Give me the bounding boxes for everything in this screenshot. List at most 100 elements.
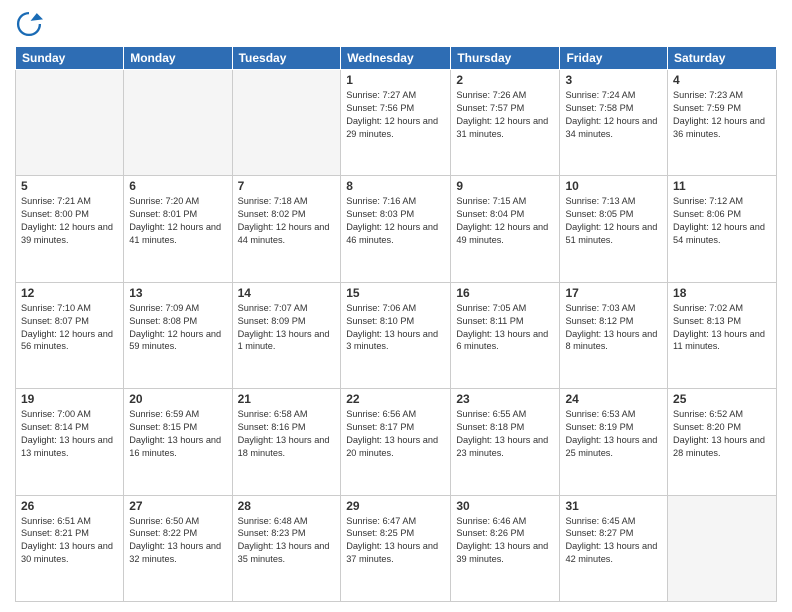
day-info: Sunrise: 6:56 AM Sunset: 8:17 PM Dayligh… [346, 408, 445, 460]
day-cell: 30 Sunrise: 6:46 AM Sunset: 8:26 PM Dayli… [451, 495, 560, 601]
day-number: 31 [565, 499, 662, 513]
day-info: Sunrise: 6:47 AM Sunset: 8:25 PM Dayligh… [346, 515, 445, 567]
day-cell: 5 Sunrise: 7:21 AM Sunset: 8:00 PM Daylig… [16, 176, 124, 282]
day-info: Sunrise: 7:27 AM Sunset: 7:56 PM Dayligh… [346, 89, 445, 141]
day-cell: 13 Sunrise: 7:09 AM Sunset: 8:08 PM Dayli… [124, 282, 232, 388]
day-cell: 17 Sunrise: 7:03 AM Sunset: 8:12 PM Dayli… [560, 282, 668, 388]
day-number: 17 [565, 286, 662, 300]
week-row-4: 19Sunrise: 7:00 AM Sunset: 8:14 PM Dayli… [16, 389, 777, 495]
day-cell: 25Sunrise: 6:52 AM Sunset: 8:20 PM Dayli… [668, 389, 777, 495]
day-number: 21 [238, 392, 336, 406]
day-cell: 10 Sunrise: 7:13 AM Sunset: 8:05 PM Dayli… [560, 176, 668, 282]
day-info: Sunrise: 7:09 AM Sunset: 8:08 PM Dayligh… [129, 302, 226, 354]
day-number: 5 [21, 179, 118, 193]
day-number: 22 [346, 392, 445, 406]
day-info: Sunrise: 7:16 AM Sunset: 8:03 PM Dayligh… [346, 195, 445, 247]
day-number: 4 [673, 73, 771, 87]
day-cell: 21 Sunrise: 6:58 AM Sunset: 8:16 PM Dayli… [232, 389, 341, 495]
weekday-header-sunday: Sunday [16, 47, 124, 70]
day-info: Sunrise: 6:58 AM Sunset: 8:16 PM Dayligh… [238, 408, 336, 460]
day-number: 24 [565, 392, 662, 406]
day-cell: 2 Sunrise: 7:26 AM Sunset: 7:57 PM Daylig… [451, 70, 560, 176]
day-info: Sunrise: 7:03 AM Sunset: 8:12 PM Dayligh… [565, 302, 662, 354]
day-cell: 8 Sunrise: 7:16 AM Sunset: 8:03 PM Daylig… [341, 176, 451, 282]
day-cell: 14 Sunrise: 7:07 AM Sunset: 8:09 PM Dayli… [232, 282, 341, 388]
day-info: Sunrise: 7:15 AM Sunset: 8:04 PM Dayligh… [456, 195, 554, 247]
day-info: Sunrise: 7:24 AM Sunset: 7:58 PM Dayligh… [565, 89, 662, 141]
day-number: 23 [456, 392, 554, 406]
day-number: 7 [238, 179, 336, 193]
day-cell: 6 Sunrise: 7:20 AM Sunset: 8:01 PM Daylig… [124, 176, 232, 282]
day-info: Sunrise: 7:12 AM Sunset: 8:06 PM Dayligh… [673, 195, 771, 247]
day-cell [668, 495, 777, 601]
day-number: 3 [565, 73, 662, 87]
day-number: 26 [21, 499, 118, 513]
day-number: 10 [565, 179, 662, 193]
day-cell: 7 Sunrise: 7:18 AM Sunset: 8:02 PM Daylig… [232, 176, 341, 282]
day-cell: 23Sunrise: 6:55 AM Sunset: 8:18 PM Dayli… [451, 389, 560, 495]
day-number: 8 [346, 179, 445, 193]
day-info: Sunrise: 7:23 AM Sunset: 7:59 PM Dayligh… [673, 89, 771, 141]
day-info: Sunrise: 7:13 AM Sunset: 8:05 PM Dayligh… [565, 195, 662, 247]
day-number: 28 [238, 499, 336, 513]
weekday-header-tuesday: Tuesday [232, 47, 341, 70]
day-number: 6 [129, 179, 226, 193]
day-info: Sunrise: 7:18 AM Sunset: 8:02 PM Dayligh… [238, 195, 336, 247]
day-cell: 18 Sunrise: 7:02 AM Sunset: 8:13 PM Dayli… [668, 282, 777, 388]
day-info: Sunrise: 7:26 AM Sunset: 7:57 PM Dayligh… [456, 89, 554, 141]
weekday-header-row: SundayMondayTuesdayWednesdayThursdayFrid… [16, 47, 777, 70]
weekday-header-monday: Monday [124, 47, 232, 70]
day-info: Sunrise: 6:48 AM Sunset: 8:23 PM Dayligh… [238, 515, 336, 567]
day-info: Sunrise: 6:52 AM Sunset: 8:20 PM Dayligh… [673, 408, 771, 460]
day-info: Sunrise: 7:10 AM Sunset: 8:07 PM Dayligh… [21, 302, 118, 354]
day-number: 1 [346, 73, 445, 87]
day-cell: 3 Sunrise: 7:24 AM Sunset: 7:58 PM Daylig… [560, 70, 668, 176]
day-info: Sunrise: 7:06 AM Sunset: 8:10 PM Dayligh… [346, 302, 445, 354]
day-info: Sunrise: 7:07 AM Sunset: 8:09 PM Dayligh… [238, 302, 336, 354]
day-info: Sunrise: 6:45 AM Sunset: 8:27 PM Dayligh… [565, 515, 662, 567]
day-number: 27 [129, 499, 226, 513]
day-info: Sunrise: 6:53 AM Sunset: 8:19 PM Dayligh… [565, 408, 662, 460]
day-number: 16 [456, 286, 554, 300]
day-info: Sunrise: 7:02 AM Sunset: 8:13 PM Dayligh… [673, 302, 771, 354]
day-number: 18 [673, 286, 771, 300]
page: SundayMondayTuesdayWednesdayThursdayFrid… [0, 0, 792, 612]
week-row-5: 26 Sunrise: 6:51 AM Sunset: 8:21 PM Dayli… [16, 495, 777, 601]
day-cell: 31 Sunrise: 6:45 AM Sunset: 8:27 PM Dayli… [560, 495, 668, 601]
day-cell: 28 Sunrise: 6:48 AM Sunset: 8:23 PM Dayli… [232, 495, 341, 601]
day-info: Sunrise: 6:51 AM Sunset: 8:21 PM Dayligh… [21, 515, 118, 567]
day-info: Sunrise: 6:46 AM Sunset: 8:26 PM Dayligh… [456, 515, 554, 567]
day-cell: 19Sunrise: 7:00 AM Sunset: 8:14 PM Dayli… [16, 389, 124, 495]
day-number: 11 [673, 179, 771, 193]
day-number: 13 [129, 286, 226, 300]
day-info: Sunrise: 7:21 AM Sunset: 8:00 PM Dayligh… [21, 195, 118, 247]
header [15, 10, 777, 38]
day-number: 29 [346, 499, 445, 513]
day-number: 9 [456, 179, 554, 193]
calendar: SundayMondayTuesdayWednesdayThursdayFrid… [15, 46, 777, 602]
day-info: Sunrise: 7:05 AM Sunset: 8:11 PM Dayligh… [456, 302, 554, 354]
day-number: 19 [21, 392, 118, 406]
day-number: 20 [129, 392, 226, 406]
day-cell: 22 Sunrise: 6:56 AM Sunset: 8:17 PM Dayli… [341, 389, 451, 495]
week-row-1: 1 Sunrise: 7:27 AM Sunset: 7:56 PM Daylig… [16, 70, 777, 176]
day-number: 2 [456, 73, 554, 87]
day-number: 14 [238, 286, 336, 300]
day-cell [16, 70, 124, 176]
day-cell: 1 Sunrise: 7:27 AM Sunset: 7:56 PM Daylig… [341, 70, 451, 176]
logo [15, 10, 47, 38]
week-row-3: 12Sunrise: 7:10 AM Sunset: 8:07 PM Dayli… [16, 282, 777, 388]
day-number: 15 [346, 286, 445, 300]
logo-icon [15, 10, 43, 38]
day-cell: 4 Sunrise: 7:23 AM Sunset: 7:59 PM Daylig… [668, 70, 777, 176]
day-number: 30 [456, 499, 554, 513]
day-cell: 29 Sunrise: 6:47 AM Sunset: 8:25 PM Dayli… [341, 495, 451, 601]
day-cell: 26 Sunrise: 6:51 AM Sunset: 8:21 PM Dayli… [16, 495, 124, 601]
day-info: Sunrise: 6:59 AM Sunset: 8:15 PM Dayligh… [129, 408, 226, 460]
day-cell: 27 Sunrise: 6:50 AM Sunset: 8:22 PM Dayli… [124, 495, 232, 601]
day-cell: 20 Sunrise: 6:59 AM Sunset: 8:15 PM Dayli… [124, 389, 232, 495]
day-info: Sunrise: 6:50 AM Sunset: 8:22 PM Dayligh… [129, 515, 226, 567]
day-info: Sunrise: 7:20 AM Sunset: 8:01 PM Dayligh… [129, 195, 226, 247]
day-cell [124, 70, 232, 176]
weekday-header-saturday: Saturday [668, 47, 777, 70]
